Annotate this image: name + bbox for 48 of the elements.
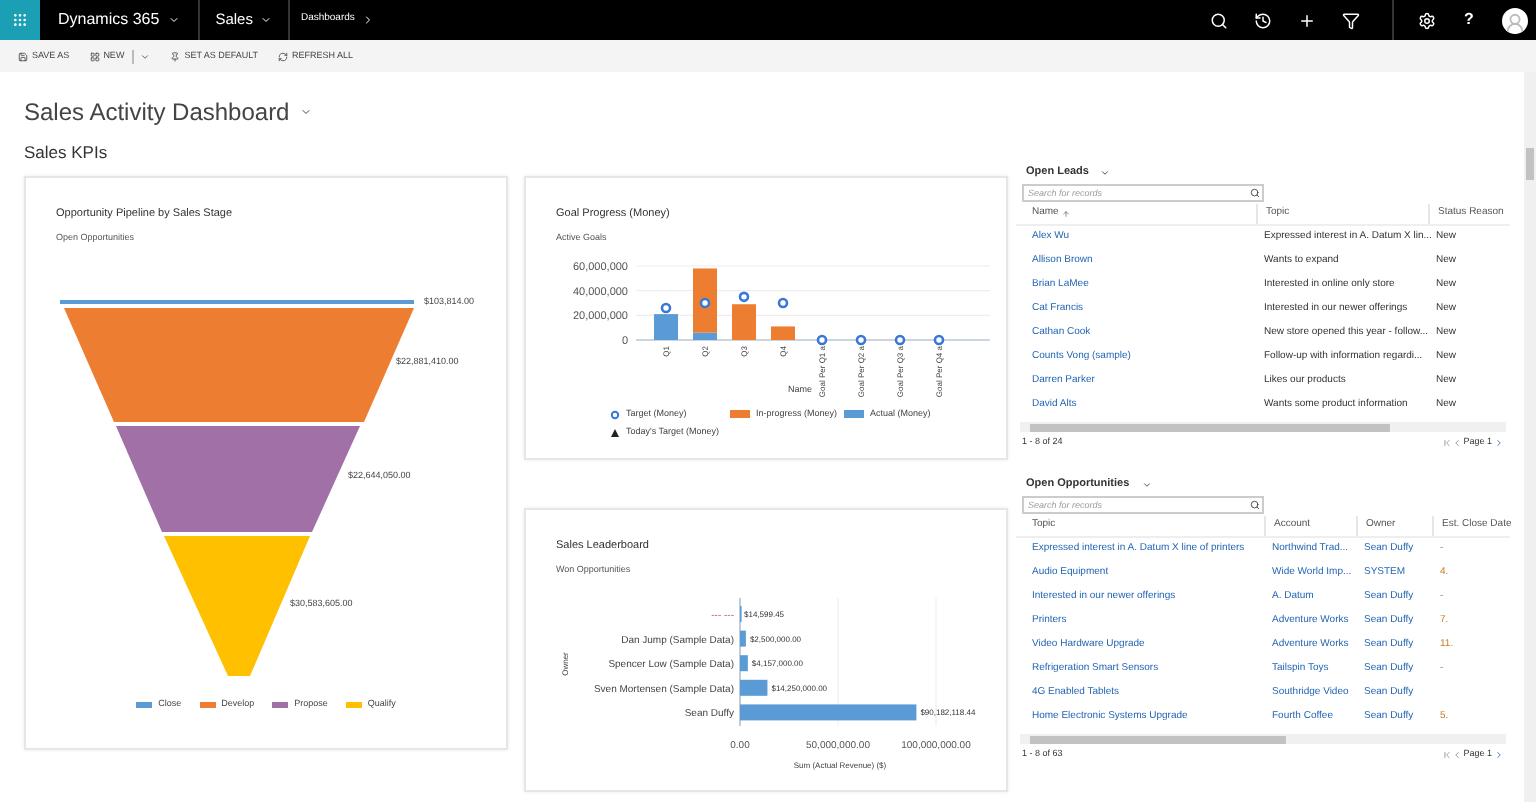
person-icon bbox=[1504, 11, 1526, 33]
chevron-down-icon bbox=[167, 14, 180, 26]
chevron-down-icon[interactable] bbox=[1141, 479, 1152, 489]
target-marker bbox=[894, 334, 906, 346]
next-page-icon[interactable] bbox=[1494, 749, 1504, 759]
chevron-right-icon bbox=[362, 14, 375, 26]
section-title: Sales KPIs bbox=[24, 140, 110, 162]
grid-icon bbox=[12, 12, 28, 28]
bar bbox=[771, 326, 795, 340]
horizontal-scrollbar[interactable] bbox=[1020, 422, 1506, 432]
history-icon[interactable] bbox=[1254, 11, 1272, 29]
target-marker bbox=[738, 291, 750, 303]
horizontal-scrollbar[interactable] bbox=[1020, 734, 1506, 744]
first-page-icon[interactable] bbox=[1441, 749, 1452, 759]
vertical-scrollbar[interactable] bbox=[1524, 72, 1536, 802]
settings-icon[interactable] bbox=[1418, 11, 1436, 29]
target-marker bbox=[660, 302, 672, 314]
previous-page-icon[interactable] bbox=[1451, 749, 1462, 759]
bar bbox=[740, 630, 746, 647]
bar bbox=[740, 655, 748, 672]
legend-triangle-icon bbox=[610, 427, 620, 438]
plus-icon[interactable] bbox=[1298, 11, 1316, 29]
pin-icon bbox=[170, 51, 181, 61]
chevron-down-icon[interactable] bbox=[299, 106, 312, 118]
target-marker bbox=[816, 334, 828, 346]
bar bbox=[740, 679, 768, 696]
bar bbox=[732, 304, 756, 340]
target-marker bbox=[699, 297, 711, 309]
dashboard-title: Sales Activity Dashboard bbox=[24, 96, 290, 130]
save-icon bbox=[18, 51, 28, 61]
chevron-down-icon[interactable] bbox=[1100, 167, 1111, 177]
refresh-icon bbox=[278, 51, 289, 61]
help-button[interactable]: ? bbox=[1460, 8, 1478, 32]
search-icon[interactable] bbox=[1250, 500, 1260, 510]
previous-page-icon[interactable] bbox=[1451, 437, 1462, 447]
search-icon[interactable] bbox=[1250, 188, 1260, 198]
next-page-icon[interactable] bbox=[1494, 437, 1504, 447]
avatar[interactable] bbox=[1502, 7, 1528, 33]
sort-arrow-icon bbox=[1062, 210, 1071, 218]
app-launcher-button[interactable] bbox=[0, 0, 40, 40]
bar bbox=[654, 314, 678, 340]
chevron-down-icon bbox=[260, 14, 273, 26]
target-marker bbox=[777, 297, 789, 309]
target-marker bbox=[855, 334, 867, 346]
filter-icon[interactable] bbox=[1342, 11, 1360, 29]
first-page-icon[interactable] bbox=[1441, 437, 1452, 447]
caret-icon[interactable] bbox=[140, 51, 151, 61]
target-marker bbox=[933, 334, 945, 346]
